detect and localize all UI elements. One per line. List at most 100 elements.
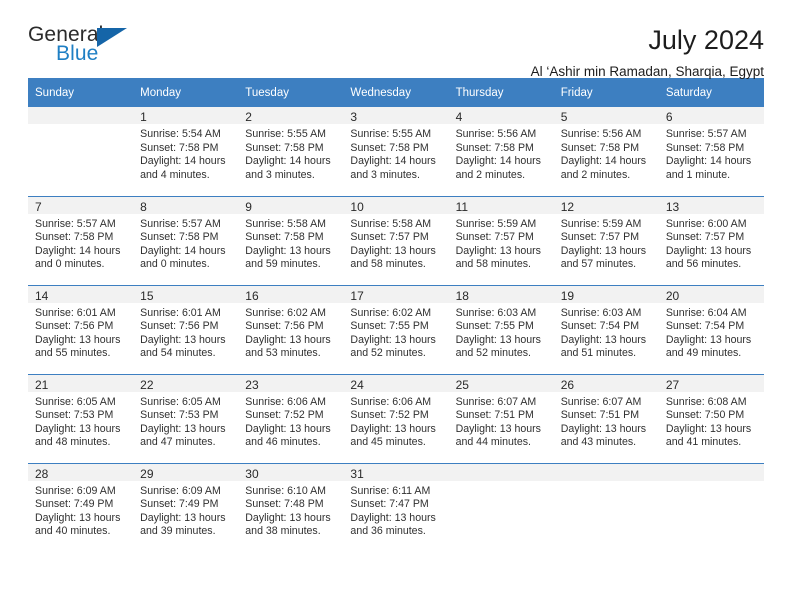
sunset-time: Sunset: 7:58 PM	[245, 231, 324, 244]
daylight-duration-line2: and 0 minutes.	[140, 258, 210, 271]
day-number: 6	[658, 107, 764, 124]
daylight-duration-line1: Daylight: 13 hours	[245, 511, 331, 524]
calendar-day-cell[interactable]: 18 Sunrise: 6:03 AM Sunset: 7:55 PM Dayligh…	[448, 284, 554, 374]
calendar-day-cell[interactable]: 10 Sunrise: 5:58 AM Sunset: 7:57 PM Dayligh…	[343, 195, 449, 285]
calendar-day-cell[interactable]: 2 Sunrise: 5:55 AM Sunset: 7:58 PM Daylight…	[238, 107, 344, 196]
calendar-day-cell[interactable]: 28 Sunrise: 6:09 AM Sunset: 7:49 PM Dayligh…	[28, 462, 134, 552]
sunset-time: Sunset: 7:57 PM	[455, 231, 534, 244]
sunrise-time: Sunrise: 6:06 AM	[350, 395, 432, 408]
calendar-day-cell[interactable]: 31 Sunrise: 6:11 AM Sunset: 7:47 PM Dayligh…	[343, 462, 449, 552]
day-number: 5	[553, 107, 659, 124]
day-number: 26	[553, 374, 659, 392]
calendar-day-cell[interactable]: 15 Sunrise: 6:01 AM Sunset: 7:56 PM Dayligh…	[133, 284, 239, 374]
calendar-day-cell[interactable]: 26 Sunrise: 6:07 AM Sunset: 7:51 PM Dayligh…	[553, 373, 659, 463]
day-details: Sunrise: 5:55 AM Sunset: 7:58 PM Daylight:…	[343, 124, 448, 182]
sunrise-time: Sunrise: 6:03 AM	[560, 306, 642, 319]
calendar-day-cell[interactable]: 3 Sunrise: 5:55 AM Sunset: 7:58 PM Daylight…	[343, 107, 449, 196]
day-details: Sunrise: 6:05 AM Sunset: 7:53 PM Daylight:…	[28, 392, 133, 450]
calendar-day-cell[interactable]: 9 Sunrise: 5:58 AM Sunset: 7:58 PM Daylight…	[238, 195, 344, 285]
daylight-duration-line1: Daylight: 13 hours	[560, 422, 647, 435]
day-details: Sunrise: 5:54 AM Sunset: 7:58 PM Daylight:…	[133, 124, 238, 182]
calendar-day-cell[interactable]: 4 Sunrise: 5:56 AM Sunset: 7:58 PM Daylight…	[448, 107, 554, 196]
daylight-duration-line1: Daylight: 13 hours	[35, 511, 121, 524]
daylight-duration-line2: and 53 minutes.	[245, 347, 321, 360]
calendar-day-cell[interactable]: 7 Sunrise: 5:57 AM Sunset: 7:58 PM Daylight…	[28, 195, 134, 285]
sunrise-time: Sunrise: 6:10 AM	[245, 484, 326, 497]
calendar-day-cell[interactable]: 22 Sunrise: 6:05 AM Sunset: 7:53 PM Dayligh…	[133, 373, 239, 463]
daylight-duration-line2: and 4 minutes.	[140, 168, 210, 181]
daylight-duration-line2: and 36 minutes.	[350, 525, 426, 538]
title-block: July 2024 Al ‘Ashir min Ramadan, Sharqia…	[531, 24, 764, 81]
day-number: 31	[343, 463, 449, 481]
day-details: Sunrise: 6:07 AM Sunset: 7:51 PM Daylight:…	[449, 392, 554, 450]
calendar-day-cell[interactable]: 20 Sunrise: 6:04 AM Sunset: 7:54 PM Dayligh…	[658, 284, 764, 374]
calendar-day-cell[interactable]: 30 Sunrise: 6:10 AM Sunset: 7:48 PM Dayligh…	[238, 462, 344, 552]
calendar-day-cell[interactable]: 25 Sunrise: 6:07 AM Sunset: 7:51 PM Dayligh…	[448, 373, 554, 463]
calendar-day-cell[interactable]: 11 Sunrise: 5:59 AM Sunset: 7:57 PM Dayligh…	[448, 195, 554, 285]
daylight-duration-line2: and 49 minutes.	[665, 347, 742, 360]
day-details: Sunrise: 5:57 AM Sunset: 7:58 PM Daylight:…	[659, 124, 764, 182]
day-details: Sunrise: 5:55 AM Sunset: 7:58 PM Daylight:…	[238, 124, 343, 182]
logo-text-blue: Blue	[56, 42, 99, 65]
daylight-duration-line2: and 40 minutes.	[35, 525, 111, 538]
daylight-duration-line1: Daylight: 13 hours	[665, 244, 752, 257]
daylight-duration-line1: Daylight: 14 hours	[245, 155, 331, 168]
page-title: July 2024	[648, 25, 764, 55]
general-blue-logo[interactable]: General Blue	[28, 24, 138, 70]
calendar-day-cell[interactable]: 6 Sunrise: 5:57 AM Sunset: 7:58 PM Daylight…	[658, 107, 764, 196]
calendar-day-cell[interactable]: 19 Sunrise: 6:03 AM Sunset: 7:54 PM Dayligh…	[553, 284, 659, 374]
daylight-duration-line2: and 52 minutes.	[350, 347, 426, 360]
day-details: Sunrise: 6:10 AM Sunset: 7:48 PM Daylight:…	[238, 481, 343, 539]
sunrise-time: Sunrise: 5:57 AM	[140, 217, 221, 230]
calendar-day-cell[interactable]: 21 Sunrise: 6:05 AM Sunset: 7:53 PM Dayligh…	[28, 373, 134, 463]
daylight-duration-line2: and 51 minutes.	[560, 347, 637, 360]
calendar-day-cell[interactable]: 5 Sunrise: 5:56 AM Sunset: 7:58 PM Daylight…	[553, 107, 659, 196]
day-details: Sunrise: 5:56 AM Sunset: 7:58 PM Daylight:…	[554, 124, 659, 182]
day-number: 12	[553, 196, 659, 214]
calendar-day-cell[interactable]: 16 Sunrise: 6:02 AM Sunset: 7:56 PM Dayligh…	[238, 284, 344, 374]
calendar-week-row: 21 Sunrise: 6:05 AM Sunset: 7:53 PM Dayligh…	[28, 373, 764, 463]
calendar-body: 1 Sunrise: 5:54 AM Sunset: 7:58 PM Daylight…	[28, 107, 764, 552]
sunset-time: Sunset: 7:57 PM	[350, 231, 429, 244]
sunrise-time: Sunrise: 5:59 AM	[455, 217, 537, 230]
calendar-day-cell[interactable]: 29 Sunrise: 6:09 AM Sunset: 7:49 PM Dayligh…	[133, 462, 239, 552]
daylight-duration-line1: Daylight: 13 hours	[140, 333, 226, 346]
calendar-day-cell[interactable]: 1 Sunrise: 5:54 AM Sunset: 7:58 PM Daylight…	[133, 107, 239, 196]
sunset-time: Sunset: 7:47 PM	[350, 498, 429, 511]
daylight-duration-line2: and 41 minutes.	[665, 436, 742, 449]
daylight-duration-line2: and 58 minutes.	[455, 258, 531, 271]
calendar-day-cell[interactable]: 13 Sunrise: 6:00 AM Sunset: 7:57 PM Dayligh…	[658, 195, 764, 285]
daylight-duration-line1: Daylight: 13 hours	[350, 511, 436, 524]
day-number: 8	[133, 196, 239, 214]
daylight-duration-line1: Daylight: 13 hours	[455, 333, 541, 346]
calendar-day-cell[interactable]: 8 Sunrise: 5:57 AM Sunset: 7:58 PM Daylight…	[133, 195, 239, 285]
calendar-day-cell[interactable]: 27 Sunrise: 6:08 AM Sunset: 7:50 PM Dayligh…	[658, 373, 764, 463]
calendar-day-cell[interactable]: 24 Sunrise: 6:06 AM Sunset: 7:52 PM Dayligh…	[343, 373, 449, 463]
sunrise-time: Sunrise: 5:55 AM	[245, 128, 326, 140]
calendar-day-cell[interactable]: 23 Sunrise: 6:06 AM Sunset: 7:52 PM Dayligh…	[238, 373, 344, 463]
calendar-day-cell[interactable]: 12 Sunrise: 5:59 AM Sunset: 7:57 PM Dayligh…	[553, 195, 659, 285]
calendar-day-cell[interactable]: 17 Sunrise: 6:02 AM Sunset: 7:55 PM Dayligh…	[343, 284, 449, 374]
day-details: Sunrise: 5:58 AM Sunset: 7:58 PM Daylight:…	[238, 214, 343, 272]
day-details: Sunrise: 6:02 AM Sunset: 7:55 PM Daylight:…	[343, 303, 448, 361]
day-number: 1	[133, 107, 239, 124]
sunset-time: Sunset: 7:56 PM	[140, 320, 219, 333]
sunset-time: Sunset: 7:55 PM	[350, 320, 429, 333]
daylight-duration-line2: and 47 minutes.	[140, 436, 216, 449]
sunset-time: Sunset: 7:58 PM	[665, 141, 745, 154]
sunrise-time: Sunrise: 6:00 AM	[665, 217, 747, 230]
day-number: 4	[448, 107, 554, 124]
sunset-time: Sunset: 7:51 PM	[455, 409, 534, 422]
sunrise-time: Sunrise: 5:56 AM	[560, 128, 642, 140]
calendar-day-cell[interactable]: 14 Sunrise: 6:01 AM Sunset: 7:56 PM Dayligh…	[28, 284, 134, 374]
daylight-duration-line1: Daylight: 13 hours	[665, 422, 752, 435]
sunset-time: Sunset: 7:54 PM	[665, 320, 745, 333]
day-number	[28, 107, 134, 124]
daylight-duration-line1: Daylight: 14 hours	[140, 155, 226, 168]
calendar-cell-empty	[553, 462, 659, 552]
sunrise-time: Sunrise: 6:07 AM	[560, 395, 642, 408]
sunset-time: Sunset: 7:58 PM	[140, 141, 219, 154]
sunset-time: Sunset: 7:49 PM	[35, 498, 114, 511]
day-details: Sunrise: 6:09 AM Sunset: 7:49 PM Daylight:…	[28, 481, 133, 539]
daylight-duration-line2: and 45 minutes.	[350, 436, 426, 449]
